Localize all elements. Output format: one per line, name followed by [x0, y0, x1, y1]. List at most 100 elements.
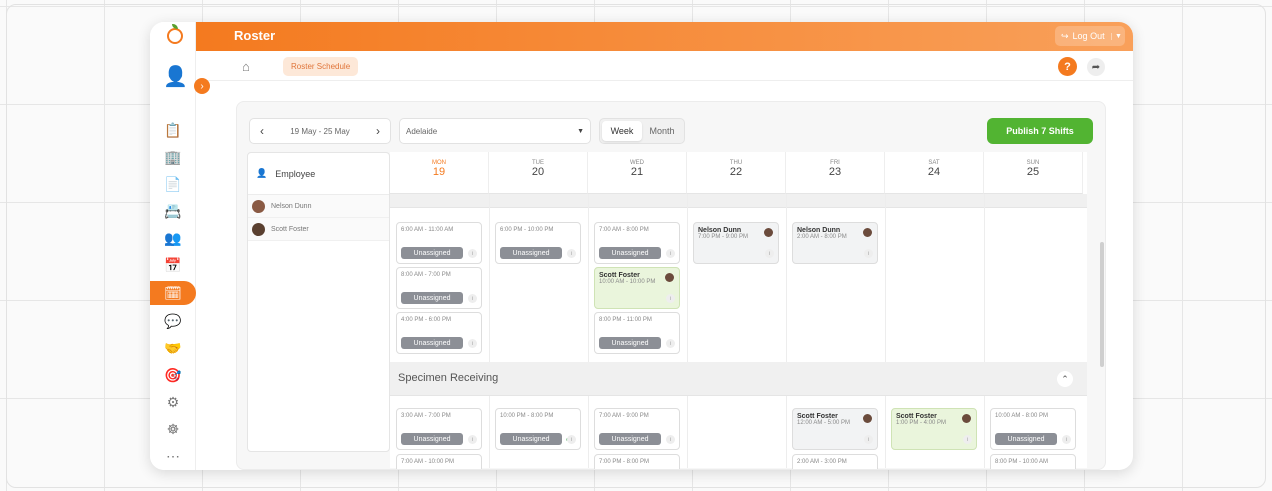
info-icon[interactable]: i [468, 249, 477, 258]
chevron-down-icon[interactable]: ▼ [1111, 32, 1125, 40]
nav-target-icon[interactable]: 🎯 [150, 363, 196, 387]
logout-button[interactable]: ↪ Log Out ▼ [1055, 26, 1125, 46]
info-icon[interactable]: i [567, 435, 576, 444]
section-header-top [390, 194, 1087, 208]
employee-row[interactable]: Nelson Dunn [248, 195, 389, 218]
shift-card[interactable]: 7:00 AM - 8:00 PM Unassigned i [594, 222, 680, 264]
info-icon[interactable]: i [666, 435, 675, 444]
info-icon[interactable]: i [765, 249, 774, 258]
column-divider [885, 194, 886, 468]
info-icon[interactable]: i [468, 294, 477, 303]
info-icon[interactable]: i [1062, 435, 1071, 444]
nav-more-icon[interactable]: ⋯ [150, 444, 196, 468]
sidebar-expand-button[interactable]: › [194, 78, 210, 94]
day-header-sun: SUN 25 [984, 152, 1083, 194]
home-icon[interactable]: ⌂ [242, 59, 250, 74]
nav-settings-icon[interactable]: ⚙ [150, 390, 196, 414]
shift-card[interactable]: 4:00 PM - 6:00 PM Unassigned i [396, 312, 482, 354]
info-icon[interactable]: i [864, 249, 873, 258]
day-header-fri: FRI 23 [786, 152, 885, 194]
employee-row[interactable]: Scott Foster [248, 218, 389, 241]
nav-roster-icon[interactable]: 🗓 [150, 281, 196, 305]
unassigned-badge: Unassigned [599, 247, 661, 259]
day-date: 19 [432, 166, 446, 178]
shift-time: 10:00 AM - 10:00 PM [599, 279, 656, 285]
shift-card[interactable]: 2:00 AM - 3:00 PM [792, 454, 878, 469]
shift-time: 2:00 AM - 8:00 PM [797, 234, 847, 240]
avatar [962, 414, 971, 423]
avatar [252, 199, 265, 213]
help-icon[interactable]: ? [1058, 57, 1077, 76]
info-icon[interactable]: i [864, 435, 873, 444]
section-header[interactable]: Specimen Receiving ⌃ [390, 362, 1087, 396]
info-icon[interactable]: i [666, 339, 675, 348]
shift-card[interactable]: 7:00 PM - 8:00 PM [594, 454, 680, 469]
shift-card[interactable]: 8:00 PM - 10:00 AM [990, 454, 1076, 469]
employee-name: Scott Foster [896, 413, 937, 420]
info-icon[interactable]: i [963, 435, 972, 444]
shift-card-assigned[interactable]: Scott Foster 12:00 AM - 5:00 PM i [792, 408, 878, 450]
info-icon[interactable]: i [468, 339, 477, 348]
shift-time: 8:00 PM - 11:00 PM [599, 317, 652, 323]
shift-time: 6:00 AM - 11:00 AM [401, 227, 454, 233]
nav-team-icon[interactable]: 🏢 [150, 145, 196, 169]
shift-card[interactable]: 10:00 AM - 8:00 PM Unassigned i [990, 408, 1076, 450]
logout-icon: ↪ [1061, 30, 1069, 41]
shift-card[interactable]: 8:00 AM - 7:00 PM Unassigned i [396, 267, 482, 309]
view-week-button[interactable]: Week [602, 121, 642, 141]
employee-name: Nelson Dunn [271, 202, 312, 210]
shift-time: 7:00 AM - 10:00 PM [401, 459, 455, 465]
date-range-picker: ‹ 19 May - 25 May › [249, 118, 391, 144]
day-date: 20 [531, 166, 545, 178]
location-select[interactable]: Adelaide ▼ [399, 118, 591, 144]
info-icon[interactable]: i [567, 249, 576, 258]
shift-card[interactable]: 6:00 AM - 11:00 AM Unassigned i [396, 222, 482, 264]
day-header-tue: TUE 20 [489, 152, 588, 194]
day-date: 23 [828, 166, 842, 178]
breadcrumb: ⌂ Roster Schedule ? ➦ [196, 51, 1133, 81]
info-icon[interactable]: i [468, 435, 477, 444]
shift-card-assigned[interactable]: Nelson Dunn 7:00 PM - 9:00 PM i [693, 222, 779, 264]
shift-card-assigned[interactable]: Scott Foster 10:00 AM - 10:00 PM i [594, 267, 680, 309]
shift-card[interactable]: 8:00 PM - 11:00 PM Unassigned i [594, 312, 680, 354]
avatar [252, 222, 265, 236]
chevron-up-icon[interactable]: ⌃ [1057, 371, 1073, 387]
info-icon[interactable]: i [666, 294, 675, 303]
nav-users-icon[interactable]: 👥 [150, 226, 196, 250]
next-week-button[interactable]: › [366, 119, 390, 143]
shift-card[interactable]: 7:00 AM - 9:00 PM Unassigned i [594, 408, 680, 450]
shift-card-assigned[interactable]: Scott Foster 1:00 PM - 4:00 PM i [891, 408, 977, 450]
shift-card[interactable]: 7:00 AM - 10:00 PM [396, 454, 482, 469]
view-month-button[interactable]: Month [642, 121, 682, 141]
column-divider [687, 194, 688, 468]
publish-shifts-button[interactable]: Publish 7 Shifts [987, 118, 1093, 144]
nav-calendar-icon[interactable]: 📅 [150, 253, 196, 277]
user-avatar-icon[interactable]: 👤 [163, 64, 188, 90]
info-icon[interactable]: i [666, 249, 675, 258]
shift-card-assigned[interactable]: Nelson Dunn 2:00 AM - 8:00 PM i [792, 222, 878, 264]
breadcrumb-current[interactable]: Roster Schedule [283, 57, 359, 76]
day-date: 21 [630, 166, 644, 178]
day-header-sat: SAT 24 [885, 152, 984, 194]
scrollbar-thumb[interactable] [1100, 242, 1104, 367]
shift-card[interactable]: 3:00 AM - 7:00 PM Unassigned i [396, 408, 482, 450]
employee-name: Nelson Dunn [698, 227, 742, 234]
vertical-scrollbar[interactable] [1099, 152, 1105, 462]
nav-clipboard-icon[interactable]: 📇 [150, 199, 196, 223]
shift-time: 8:00 PM - 10:00 AM [995, 459, 1049, 465]
prev-week-button[interactable]: ‹ [250, 119, 274, 143]
shift-card[interactable]: 6:00 PM - 10:00 PM Unassigned i [495, 222, 581, 264]
nav-handshake-icon[interactable]: 🤝 [150, 336, 196, 360]
employee-name: Scott Foster [797, 413, 838, 420]
column-divider [786, 194, 787, 468]
shift-card[interactable]: 10:00 PM - 8:00 PMUnassigned➦i [495, 408, 581, 450]
nav-reports-icon[interactable]: 📋 [150, 118, 196, 142]
location-value: Adelaide [406, 126, 438, 136]
nav-chat-icon[interactable]: 💬 [150, 309, 196, 333]
share-icon[interactable]: ➦ [1087, 58, 1105, 76]
page-title: Roster [234, 28, 276, 43]
unassigned-badge: Unassigned [401, 433, 463, 445]
chevron-down-icon: ▼ [577, 127, 584, 135]
nav-support-icon[interactable]: ☸ [150, 417, 196, 441]
nav-documents-icon[interactable]: 📄 [150, 172, 196, 196]
